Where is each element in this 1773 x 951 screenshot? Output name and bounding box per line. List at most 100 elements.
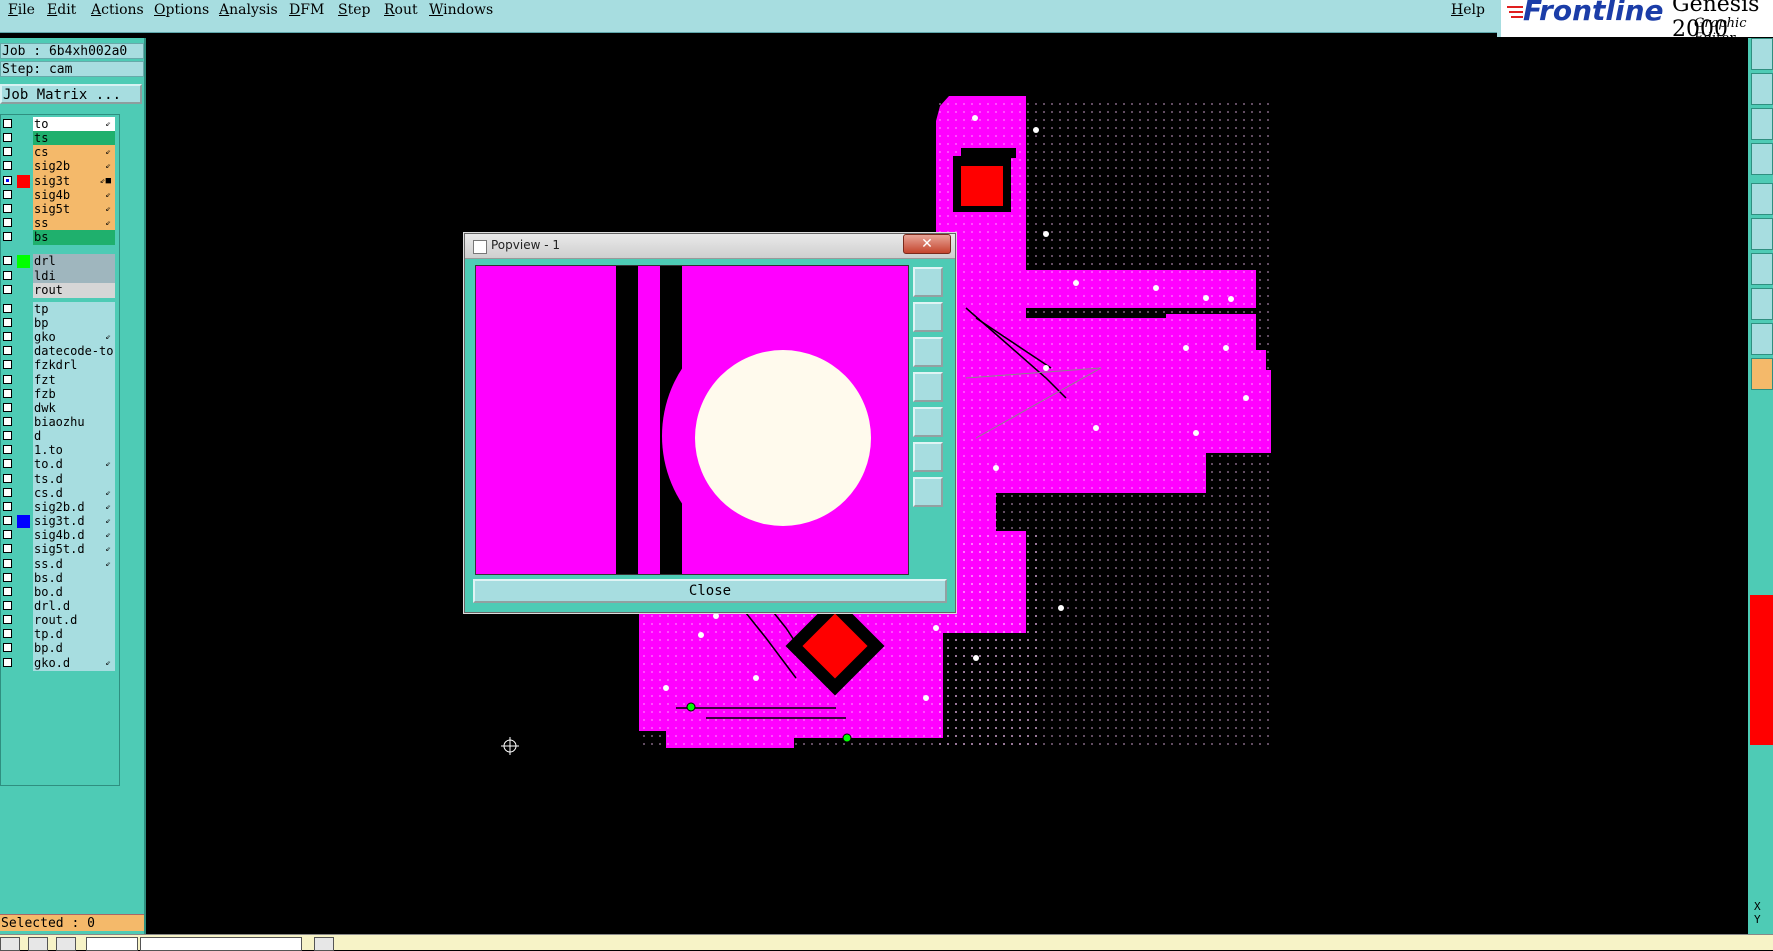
layer-row[interactable]: ss.d ⇙ xyxy=(1,556,119,572)
layer-row[interactable]: dwk xyxy=(1,400,119,416)
layer-checkbox[interactable] xyxy=(3,203,12,213)
menu-analysis[interactable]: Analysis xyxy=(219,2,278,18)
layer-checkbox[interactable] xyxy=(3,332,12,342)
layer-row[interactable]: bs xyxy=(1,230,119,246)
layer-name[interactable]: bo.d xyxy=(33,584,115,600)
layer-row[interactable]: sig2b.d ⇙ xyxy=(1,499,119,515)
menu-windows[interactable]: Windows xyxy=(429,2,493,18)
layer-checkbox[interactable] xyxy=(3,218,12,228)
layer-name[interactable]: bs.d xyxy=(33,570,115,586)
layer-row[interactable]: tp.d xyxy=(1,627,119,643)
layer-name[interactable]: dwk xyxy=(33,400,115,416)
layer-checkbox[interactable] xyxy=(3,402,12,412)
layer-checkbox[interactable] xyxy=(3,657,12,667)
zoom-out-icon[interactable] xyxy=(913,337,943,367)
zoom-fit-icon[interactable] xyxy=(913,267,943,297)
layer-checkbox[interactable] xyxy=(3,629,12,639)
layer-row[interactable]: ts xyxy=(1,131,119,147)
layer-name[interactable]: gko ⇙ xyxy=(33,330,115,346)
layer-row[interactable]: tp xyxy=(1,301,119,317)
layer-name[interactable]: bp xyxy=(33,315,115,331)
layer-checkbox[interactable] xyxy=(3,501,12,511)
layer-row[interactable]: sig3t ⇙■ xyxy=(1,173,119,189)
layer-checkbox[interactable] xyxy=(3,119,12,128)
layer-checkbox[interactable] xyxy=(3,232,12,242)
layer-checkbox[interactable] xyxy=(3,317,12,327)
toolbar-btn-6-icon[interactable] xyxy=(1751,218,1773,250)
pan-left-icon[interactable] xyxy=(913,372,943,402)
toolbar-btn-4-icon[interactable] xyxy=(1751,143,1773,175)
layer-checkbox[interactable] xyxy=(3,270,12,280)
toolbar-btn-10-icon[interactable] xyxy=(1751,358,1773,390)
bottom-btn-3-icon[interactable] xyxy=(56,937,76,951)
layer-checkbox[interactable] xyxy=(3,558,12,568)
layer-name[interactable]: cs ⇙ xyxy=(33,145,115,161)
layer-row[interactable]: biaozhu xyxy=(1,415,119,430)
layer-checkbox[interactable] xyxy=(3,530,12,540)
bottom-btn-2-icon[interactable] xyxy=(28,937,48,951)
layer-row[interactable]: sig5t ⇙ xyxy=(1,201,119,217)
layer-checkbox[interactable] xyxy=(3,643,12,653)
layer-name[interactable]: sig5t.d ⇙ xyxy=(33,542,115,558)
bottom-btn-4-icon[interactable] xyxy=(314,937,334,951)
layer-checkbox[interactable] xyxy=(3,516,12,526)
layer-checkbox[interactable] xyxy=(3,600,12,610)
layer-name[interactable]: fzt xyxy=(33,372,115,388)
bottom-field-1[interactable] xyxy=(86,937,138,951)
layer-name[interactable]: sig2b ⇙ xyxy=(33,159,115,175)
layer-row[interactable]: gko.d ⇙ xyxy=(1,655,119,671)
layer-row[interactable]: to.d ⇙ xyxy=(1,457,119,473)
layer-checkbox[interactable] xyxy=(3,473,12,483)
layer-row[interactable]: sig2b ⇙ xyxy=(1,159,119,175)
toolbar-btn-9-icon[interactable] xyxy=(1751,323,1773,355)
layer-checkbox[interactable] xyxy=(3,303,12,313)
menu-help[interactable]: Help xyxy=(1451,2,1485,18)
layer-checkbox[interactable] xyxy=(3,360,12,370)
layer-row[interactable]: sig4b ⇙ xyxy=(1,187,119,203)
close-icon[interactable]: ✕ xyxy=(903,234,951,254)
layer-row[interactable]: sig3t.d ⇙ xyxy=(1,514,119,530)
layer-row[interactable]: sig4b.d ⇙ xyxy=(1,528,119,544)
close-button[interactable]: Close xyxy=(473,579,947,603)
layer-name[interactable]: drl xyxy=(33,254,115,270)
toolbar-btn-5-icon[interactable] xyxy=(1751,183,1773,215)
layer-row[interactable]: bp.d xyxy=(1,641,119,657)
layer-name[interactable]: ldi xyxy=(33,268,115,284)
menu-rout[interactable]: Rout xyxy=(384,2,418,18)
layer-checkbox[interactable] xyxy=(3,161,12,171)
layer-checkbox[interactable] xyxy=(3,346,12,356)
layer-row[interactable]: to ⇙ xyxy=(1,117,119,132)
layer-checkbox[interactable] xyxy=(3,586,12,596)
layer-row[interactable]: d xyxy=(1,429,119,445)
layer-name[interactable]: sig4b ⇙ xyxy=(33,187,115,203)
layer-checkbox[interactable] xyxy=(3,417,12,426)
layer-row[interactable]: datecode-to xyxy=(1,344,119,360)
layer-name[interactable]: drl.d xyxy=(33,598,115,614)
layer-checkbox[interactable] xyxy=(3,175,12,185)
layer-row[interactable]: drl xyxy=(1,254,119,270)
layer-checkbox[interactable] xyxy=(3,615,12,625)
layer-name[interactable]: to ⇙ xyxy=(33,117,115,132)
layer-name[interactable]: sig2b.d ⇙ xyxy=(33,499,115,515)
layer-row[interactable]: bs.d xyxy=(1,570,119,586)
layer-row[interactable]: ldi xyxy=(1,268,119,284)
menu-file[interactable]: File xyxy=(8,2,35,18)
layer-name[interactable]: tp xyxy=(33,301,115,317)
layer-name[interactable]: sig3t.d ⇙ xyxy=(33,514,115,530)
layer-checkbox[interactable] xyxy=(3,147,12,157)
menu-edit[interactable]: Edit xyxy=(47,2,76,18)
menu-actions[interactable]: Actions xyxy=(91,2,144,18)
toolbar-btn-7-icon[interactable] xyxy=(1751,253,1773,285)
layer-row[interactable]: drl.d xyxy=(1,598,119,614)
layer-row[interactable]: 1.to xyxy=(1,443,119,459)
layer-row[interactable]: fzt xyxy=(1,372,119,388)
layer-checkbox[interactable] xyxy=(3,284,12,294)
layer-checkbox[interactable] xyxy=(3,431,12,441)
layer-name[interactable]: rout.d xyxy=(33,613,115,629)
layer-row[interactable]: bp xyxy=(1,315,119,331)
layer-name[interactable]: datecode-to xyxy=(33,344,115,360)
layer-row[interactable]: ts.d xyxy=(1,471,119,487)
layer-name[interactable]: 1.to xyxy=(33,443,115,459)
layer-checkbox[interactable] xyxy=(3,374,12,384)
layer-name[interactable]: fzb xyxy=(33,386,115,402)
